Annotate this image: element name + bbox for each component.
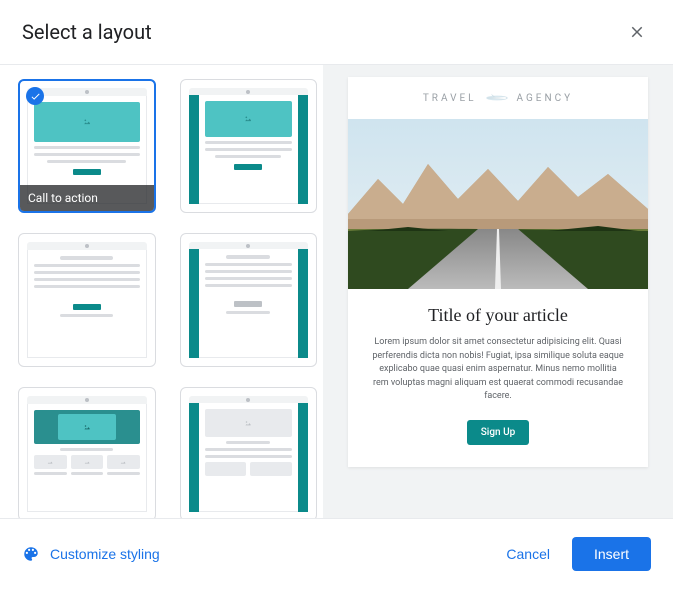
dialog-header: Select a layout	[0, 0, 673, 64]
layout-dialog: Select a layout	[0, 0, 673, 589]
article-title: Title of your article	[372, 305, 624, 326]
layout-grid: Call to action	[18, 79, 317, 518]
insert-button[interactable]: Insert	[572, 537, 651, 571]
preview-pane: TRAVEL AGENCY	[323, 65, 673, 518]
customize-label: Customize styling	[50, 546, 160, 562]
palette-icon	[22, 545, 40, 563]
dialog-footer: Customize styling Cancel Insert	[0, 519, 673, 589]
layout-card-cta-sidebars[interactable]	[180, 79, 318, 213]
logo-text-left: TRAVEL	[423, 93, 477, 104]
layout-thumbnail	[27, 242, 147, 358]
layout-list[interactable]: Call to action	[0, 65, 323, 518]
preview-logo: TRAVEL AGENCY	[348, 77, 648, 119]
preview-hero-image	[348, 119, 648, 289]
signup-button: Sign Up	[467, 420, 530, 445]
selected-check-icon	[26, 87, 44, 105]
layout-thumbnail	[27, 396, 147, 512]
layout-thumbnail	[189, 88, 309, 204]
close-button[interactable]	[623, 18, 651, 46]
preview-document: TRAVEL AGENCY	[348, 77, 648, 467]
layout-card-plain-cols-sidebars[interactable]	[180, 387, 318, 518]
dialog-body: Call to action	[0, 64, 673, 519]
layout-thumbnail	[189, 396, 309, 512]
article-body: Lorem ipsum dolor sit amet consectetur a…	[372, 336, 624, 404]
layout-thumbnail	[189, 242, 309, 358]
logo-text-right: AGENCY	[517, 93, 574, 104]
layout-card-text-sidebars[interactable]	[180, 233, 318, 367]
footer-actions: Cancel Insert	[490, 537, 651, 571]
layout-card-text[interactable]	[18, 233, 156, 367]
layout-card-label: Call to action	[20, 185, 154, 211]
layout-card-hero-cols[interactable]	[18, 387, 156, 518]
dialog-title: Select a layout	[22, 20, 152, 44]
customize-styling-button[interactable]: Customize styling	[22, 545, 160, 563]
layout-card-cta[interactable]: Call to action	[18, 79, 156, 213]
cancel-button[interactable]: Cancel	[490, 538, 566, 570]
plane-icon	[485, 91, 509, 105]
close-icon	[628, 23, 646, 41]
preview-article: Title of your article Lorem ipsum dolor …	[348, 289, 648, 467]
